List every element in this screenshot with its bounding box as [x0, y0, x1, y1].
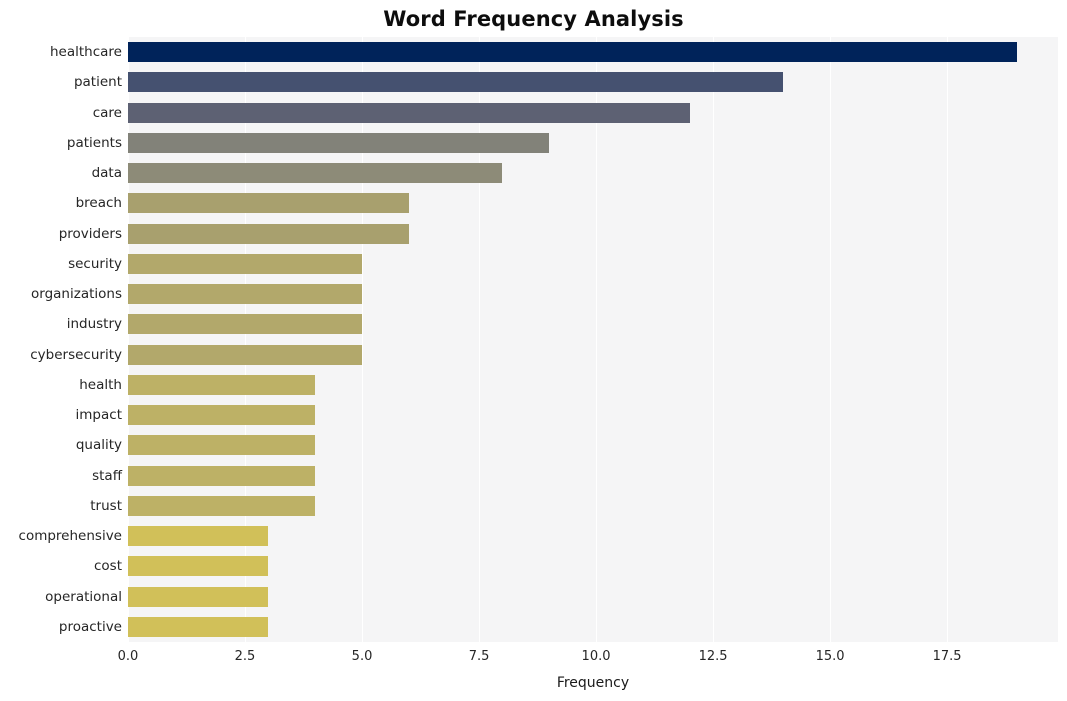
- y-tick-label: staff: [92, 467, 122, 484]
- bar: [128, 374, 316, 395]
- bar: [128, 132, 550, 153]
- chart-title: Word Frequency Analysis: [383, 7, 684, 31]
- y-tick-label: industry: [66, 316, 122, 333]
- bar: [128, 42, 1018, 63]
- y-tick-label: proactive: [58, 618, 122, 635]
- bar: [128, 314, 363, 335]
- gridline: [479, 37, 481, 642]
- x-tick-label: 2.5: [234, 649, 256, 664]
- y-tick-label: data: [91, 165, 122, 182]
- y-tick-label: cybersecurity: [30, 346, 122, 363]
- gridline: [128, 37, 129, 642]
- gridline: [362, 37, 364, 642]
- bar: [128, 223, 409, 244]
- y-tick-label: impact: [75, 407, 122, 424]
- word-frequency-chart: Word Frequency Analysis healthcare patien…: [0, 0, 1067, 701]
- gridline: [830, 37, 832, 642]
- y-tick-label: quality: [75, 437, 122, 454]
- x-tick-label: 17.5: [932, 649, 962, 664]
- bar: [128, 616, 269, 637]
- gridline: [947, 37, 949, 642]
- y-tick-label: cost: [93, 558, 122, 575]
- y-tick-label: trust: [90, 497, 122, 514]
- x-tick-label: 7.5: [468, 649, 490, 664]
- gridline: [245, 37, 246, 642]
- bar: [128, 495, 316, 516]
- y-axis-tick-labels: healthcare patient care patients data breach p…: [0, 37, 122, 642]
- bar: [128, 253, 363, 274]
- x-tick-label: 5.0: [351, 649, 373, 664]
- y-tick-label: breach: [75, 195, 122, 212]
- bar: [128, 586, 269, 607]
- y-tick-label: organizations: [31, 286, 122, 303]
- y-tick-label: operational: [45, 588, 122, 605]
- bar: [128, 556, 269, 577]
- plot-area: [128, 37, 1058, 642]
- y-tick-label: health: [79, 376, 122, 393]
- x-tick-label: 12.5: [698, 649, 728, 664]
- x-tick-label: 10.0: [581, 649, 611, 664]
- y-tick-label: providers: [58, 225, 122, 242]
- bar: [128, 465, 316, 486]
- bar: [128, 72, 784, 93]
- y-tick-label: security: [68, 255, 122, 272]
- gridline: [713, 37, 715, 642]
- gridline: [596, 37, 598, 642]
- bar: [128, 405, 316, 426]
- bar: [128, 284, 363, 305]
- x-tick-label: 0.0: [117, 649, 139, 664]
- bar: [128, 526, 269, 547]
- bar: [128, 435, 316, 456]
- x-axis-label: Frequency: [556, 675, 630, 691]
- bar: [128, 102, 690, 123]
- y-tick-label: comprehensive: [18, 528, 122, 545]
- bar: [128, 344, 363, 365]
- y-tick-label: healthcare: [50, 44, 122, 61]
- y-tick-label: patient: [73, 74, 122, 91]
- x-tick-label: 15.0: [815, 649, 845, 664]
- bar: [128, 163, 503, 184]
- y-tick-label: care: [92, 104, 122, 121]
- x-axis-tick-labels: 0.0 2.5 5.0 7.5 10.0 12.5 15.0 17.5: [0, 648, 1067, 668]
- y-tick-label: patients: [66, 134, 122, 151]
- bar: [128, 193, 409, 214]
